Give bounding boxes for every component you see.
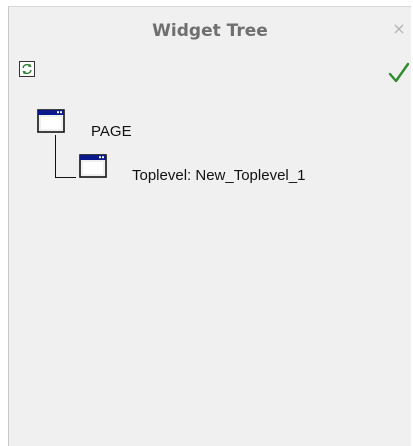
widget-tree-window: Widget Tree × PAGE Toplevel: New_Topleve… <box>8 6 411 446</box>
tree-node-toplevel[interactable]: Toplevel: New_Toplevel_1 <box>79 152 369 184</box>
tree-node-page[interactable]: PAGE <box>37 109 157 140</box>
tree-connector-line <box>55 135 76 178</box>
widget-tree: PAGE Toplevel: New_Toplevel_1 <box>9 7 411 446</box>
tree-node-label: PAGE <box>91 123 132 140</box>
window-icon <box>37 109 65 133</box>
window-icon <box>79 154 107 178</box>
tree-node-label: Toplevel: New_Toplevel_1 <box>132 167 306 184</box>
